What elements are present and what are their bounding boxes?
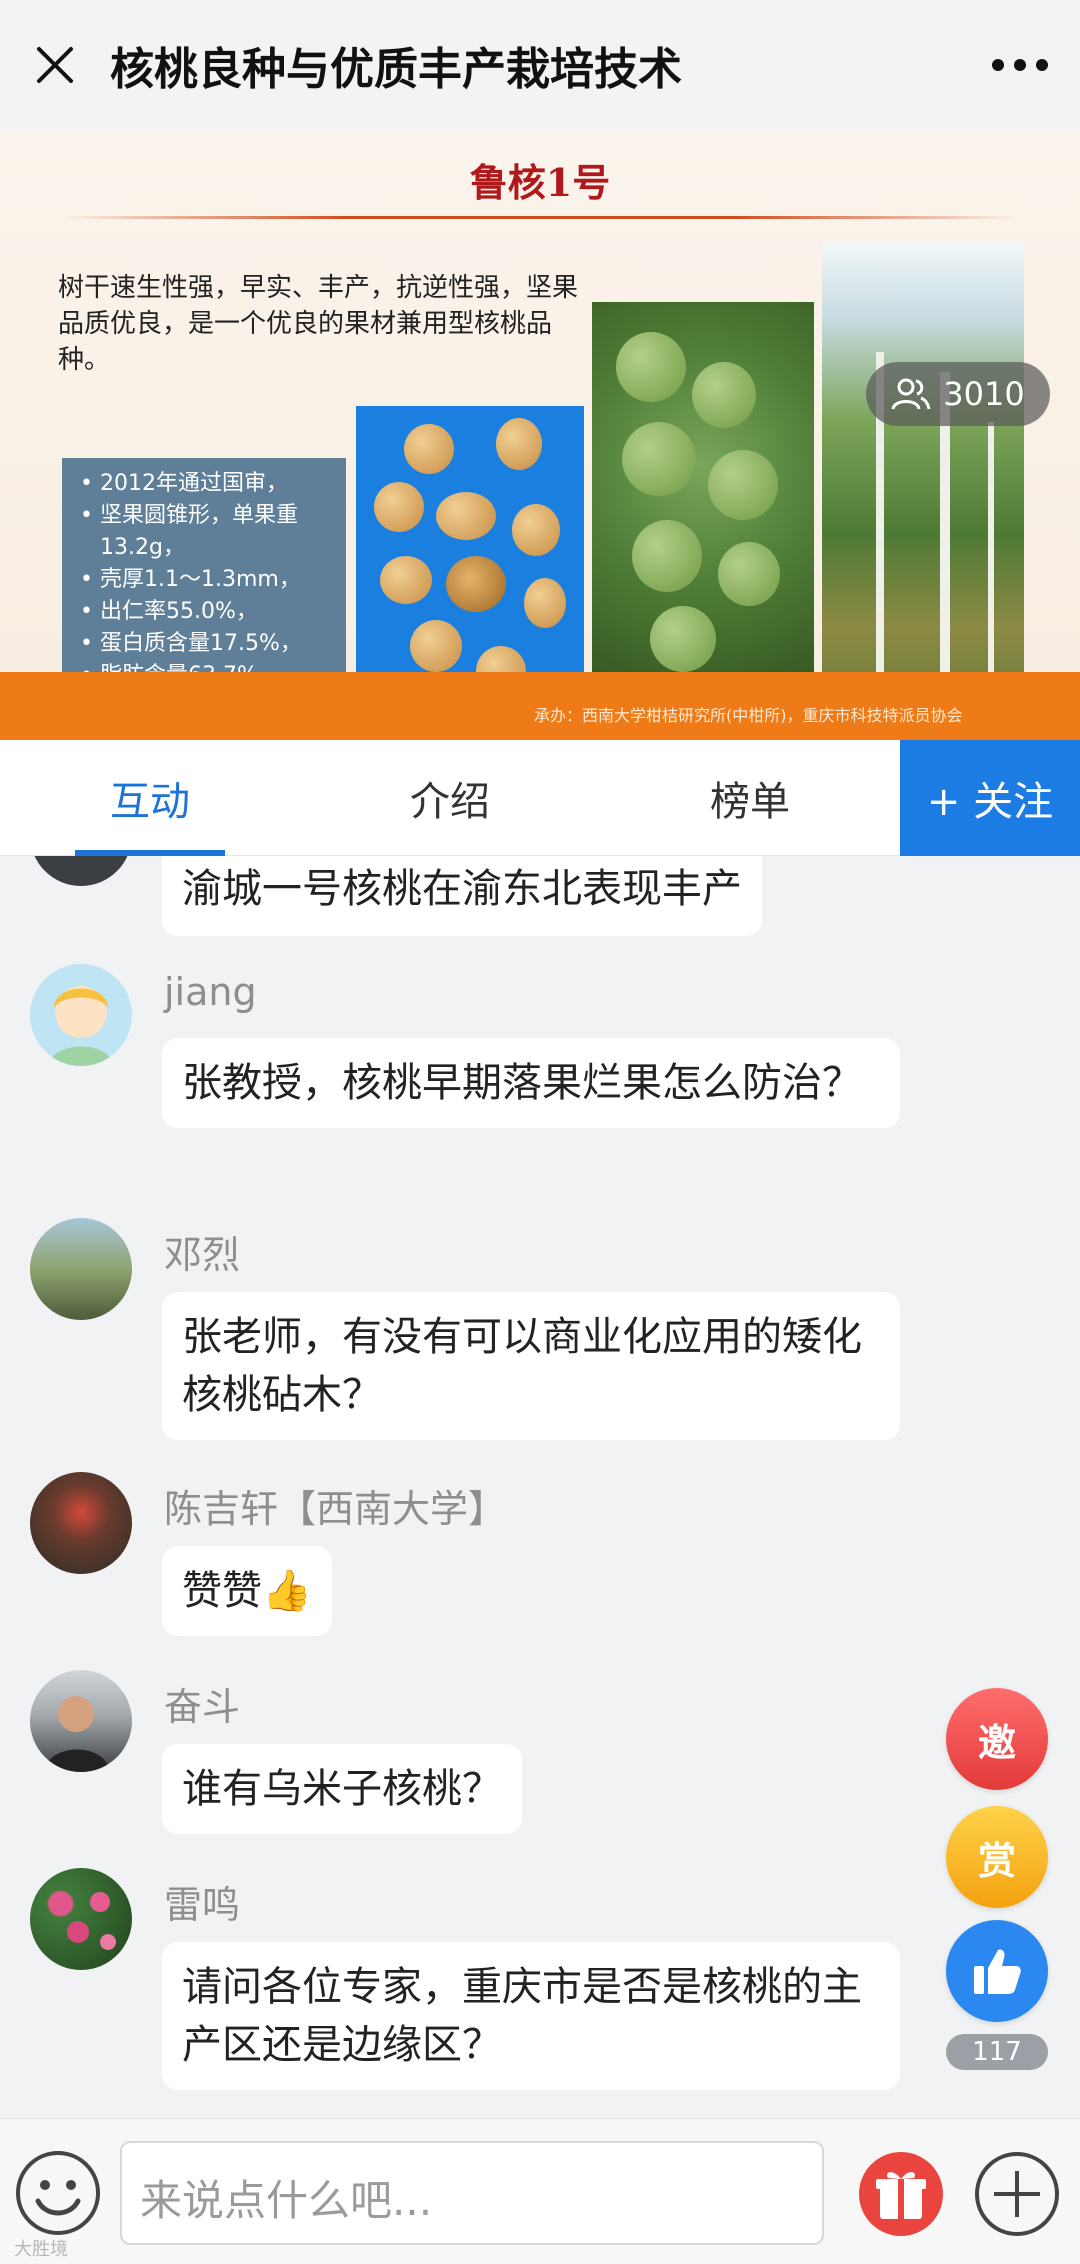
gift-button[interactable] (858, 2151, 944, 2237)
username: 陈吉轩【西南大学】 (164, 1487, 507, 1531)
invite-label: 邀 (977, 1720, 1016, 1765)
fact-item: 坚果圆锥形，单果重13.2g， (76, 500, 336, 564)
slide-title: 鲁核1号 (469, 160, 611, 205)
slide-title-divider (60, 216, 1020, 219)
like-count: 117 (946, 2034, 1048, 2070)
slide-description: 树干速生性强，早实、丰产，抗逆性强，坚果品质优良，是一个优良的果材兼用型核桃品种… (58, 273, 579, 375)
page-title: 核桃良种与优质丰产栽培技术 (110, 44, 682, 95)
walnut-photo (356, 406, 584, 712)
avatar[interactable] (30, 1868, 132, 1970)
viewer-count: 3010 (943, 375, 1025, 413)
fact-item: 壳厚1.1～1.3mm， (76, 564, 336, 596)
comment-input[interactable]: 来说点什么吧... (120, 2141, 824, 2245)
tree-photo (822, 242, 1024, 712)
message-bubble: 张老师，有没有可以商业化应用的矮化核桃砧木？ (162, 1292, 900, 1440)
reward-label: 赏 (977, 1838, 1016, 1883)
bottom-bar: 来说点什么吧... 大胜境 (0, 2118, 1080, 2264)
tab-intro[interactable]: 介绍 (300, 740, 600, 856)
tab-interaction[interactable]: 互动 (0, 740, 300, 856)
message-bubble: 谁有乌米子核桃？ (162, 1744, 522, 1834)
invite-button[interactable]: 邀 (946, 1688, 1048, 1790)
message-bubble: 张教授，核桃早期落果烂果怎么防治？ (162, 1038, 900, 1128)
like-button[interactable] (946, 1920, 1048, 2022)
reward-button[interactable]: 赏 (946, 1806, 1048, 1908)
fact-item: 2012年通过国审， (76, 468, 336, 500)
avatar[interactable] (30, 964, 132, 1066)
close-button[interactable] (0, 0, 110, 130)
green-walnut-photo (592, 302, 814, 712)
slide-footer-text: 承办：西南大学柑桔研究所(中柑所)，重庆市科技特派员协会 (534, 706, 963, 725)
live-slide[interactable]: 鲁核1号 树干速生性强，早实、丰产，抗逆性强，坚果品质优良，是一个优良的果材兼用… (0, 130, 1080, 740)
thumbs-up-icon (974, 1949, 1021, 1994)
people-icon (891, 378, 931, 410)
tab-ranking[interactable]: 榜单 (600, 740, 900, 856)
avatar[interactable] (30, 1218, 132, 1320)
emoji-button[interactable] (14, 2149, 102, 2237)
tab-bar: 互动 介绍 榜单 + 关注 (0, 740, 1080, 856)
more-dots-icon (992, 59, 1048, 71)
message-bubble: 渝城一号核桃在渝东北表现丰产 (162, 856, 762, 936)
more-button[interactable] (960, 0, 1080, 130)
chat-list[interactable]: 渝城一号核桃在渝东北表现丰产 jiang 张教授，核桃早期落果烂果怎么防治？ 邓… (0, 856, 1080, 2118)
viewer-count-badge: 3010 (866, 362, 1050, 426)
follow-button[interactable]: + 关注 (900, 740, 1080, 856)
fact-item: 蛋白质含量17.5%， (76, 628, 336, 660)
plus-icon (975, 2152, 1059, 2236)
smiley-icon (16, 2151, 100, 2235)
username: 邓烈 (164, 1233, 241, 1277)
fact-item: 出仁率55.0%， (76, 596, 336, 628)
add-button[interactable] (972, 2149, 1062, 2239)
username: 奋斗 (164, 1685, 241, 1729)
avatar[interactable] (30, 1472, 132, 1574)
username: 雷鸣 (164, 1883, 241, 1927)
close-icon (37, 47, 73, 83)
gift-icon (859, 2152, 943, 2236)
avatar[interactable] (30, 1670, 132, 1772)
avatar[interactable] (30, 856, 132, 886)
top-bar: 核桃良种与优质丰产栽培技术 (0, 0, 1080, 130)
message-bubble: 赞赞👍 (162, 1546, 332, 1636)
message-bubble: 请问各位专家，重庆市是否是核桃的主产区还是边缘区？ (162, 1942, 900, 2090)
username: jiang (164, 970, 257, 1014)
watermark: 大胜境 (14, 2239, 68, 2260)
